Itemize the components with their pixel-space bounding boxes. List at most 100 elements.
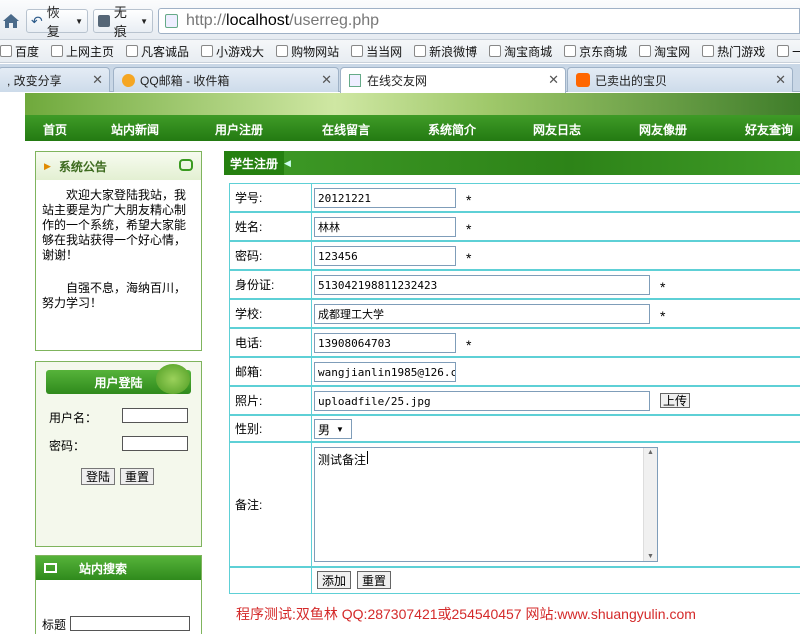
scroll-down-icon[interactable]: ▼ — [647, 553, 654, 560]
bookmark-item[interactable]: 百度 — [0, 43, 39, 60]
menu-item-blogs[interactable]: 网友日志 — [533, 121, 581, 138]
form-row-school: 学校: 成都理工大学 * — [229, 299, 800, 328]
form-row-name: 姓名: 林林 * — [229, 212, 800, 241]
bookmark-item[interactable]: 当当网 — [351, 43, 402, 60]
bookmark-icon — [639, 45, 652, 57]
arrow-right-icon: ▶ — [44, 160, 51, 171]
restore-button[interactable]: ↶ 恢复 ▼ — [26, 5, 88, 39]
bookmark-icon — [126, 45, 139, 57]
school-input[interactable]: 成都理工大学 — [314, 304, 650, 324]
form-row-phone: 电话: 13908064703 * — [229, 328, 800, 357]
form-row-email: 邮箱: wangjianlin1985@126.c — [229, 357, 800, 386]
tab-sold-items[interactable]: 已卖出的宝贝 ✕ — [567, 67, 793, 92]
close-icon[interactable]: ✕ — [321, 72, 332, 88]
search-panel: 站内搜索 标题 — [35, 555, 202, 634]
bookmark-item[interactable]: 上网主页 — [51, 43, 114, 60]
required-mark: * — [660, 279, 666, 295]
gender-select[interactable]: 男 ▼ — [314, 419, 352, 439]
no-trace-button[interactable]: 无痕 ▼ — [93, 5, 153, 39]
textarea-scrollbar[interactable]: ▲ ▼ — [643, 448, 657, 561]
photo-label: 照片: — [230, 387, 312, 414]
form-row-gender: 性别: 男 ▼ — [229, 415, 800, 442]
gender-label: 性别: — [230, 416, 312, 441]
form-reset-button[interactable]: 重置 — [357, 571, 391, 589]
password-input[interactable] — [122, 436, 188, 451]
chevron-down-icon: ▼ — [75, 16, 83, 26]
bookmark-item[interactable]: 淘宝商城 — [489, 43, 552, 60]
bookmark-icon — [0, 45, 12, 57]
leaf-decoration-icon — [156, 364, 190, 394]
address-bar[interactable]: http://localhost/userreg.php — [158, 8, 800, 34]
bookmark-icon — [489, 45, 502, 57]
password-label: 密码： — [49, 439, 86, 453]
bookmark-item[interactable]: 新浪微博 — [414, 43, 477, 60]
bookmark-item[interactable]: 一淘网 — [777, 43, 800, 60]
chevron-down-icon: ▼ — [336, 424, 344, 434]
menu-item-albums[interactable]: 网友像册 — [639, 121, 687, 138]
login-reset-button[interactable]: 重置 — [120, 468, 154, 485]
password-field-input[interactable]: 123456 — [314, 246, 456, 266]
menu-item-guestbook[interactable]: 在线留言 — [322, 121, 370, 138]
name-input[interactable]: 林林 — [314, 217, 456, 237]
banner-image — [25, 93, 800, 115]
taobao-icon — [576, 73, 590, 87]
bookmark-item[interactable]: 淘宝网 — [639, 43, 690, 60]
username-input[interactable] — [122, 408, 188, 423]
browser-toolbar: ↶ 恢复 ▼ 无痕 ▼ http://localhost/userreg.php — [0, 0, 800, 40]
form-row-actions: 添加 重置 — [229, 567, 800, 594]
form-row-student-id: 学号: 20121221 * — [229, 183, 800, 212]
bookmarks-bar: 百度 上网主页 凡客诚品 小游戏大 购物网站 当当网 新浪微博 淘宝商城 京东商城 淘宝网 热门游戏… — [0, 40, 800, 63]
idcard-input[interactable]: 513042198811232423 — [314, 275, 650, 295]
menu-item-register[interactable]: 用户注册 — [215, 121, 263, 138]
home-button[interactable] — [0, 9, 22, 33]
tab-share[interactable]: , 改变分享 ✕ — [0, 67, 110, 92]
photo-input[interactable]: uploadfile/25.jpg — [314, 391, 650, 411]
student-id-input[interactable]: 20121221 — [314, 188, 456, 208]
bookmark-item[interactable]: 京东商城 — [564, 43, 627, 60]
notice-text: 欢迎大家登陆我站，我站主要是为广大朋友精心制作的一个系统，希望大家能够在我站获得… — [42, 188, 187, 262]
actions-label-cell — [230, 568, 312, 593]
form-row-password: 密码: 123456 * — [229, 241, 800, 270]
student-id-label: 学号: — [230, 184, 312, 211]
bookmark-item[interactable]: 小游戏大 — [201, 43, 264, 60]
required-mark: * — [466, 221, 472, 237]
close-icon[interactable]: ✕ — [548, 72, 559, 88]
search-input[interactable] — [70, 616, 190, 631]
remark-textarea[interactable]: 测试备注 ▲ ▼ — [314, 447, 658, 562]
qq-icon — [122, 73, 135, 87]
menu-item-home[interactable]: 首页 — [43, 121, 67, 138]
search-header: 站内搜索 — [36, 556, 201, 580]
upload-button[interactable]: 上传 — [660, 393, 690, 408]
add-button[interactable]: 添加 — [317, 571, 351, 589]
menu-item-about[interactable]: 系统简介 — [428, 121, 476, 138]
incognito-icon — [98, 15, 110, 27]
login-panel: 用户登陆 用户名： 密码： 登陆 重置 — [35, 361, 202, 547]
bookmark-item[interactable]: 凡客诚品 — [126, 43, 189, 60]
page-icon — [349, 74, 361, 87]
notice-header: ▶ 系统公告 — [36, 152, 201, 180]
notice-panel: ▶ 系统公告 欢迎大家登陆我站，我站主要是为广大朋友精心制作的一个系统，希望大家… — [35, 151, 202, 351]
page-icon — [165, 14, 178, 28]
chevron-down-icon: ▼ — [140, 16, 148, 26]
close-icon[interactable]: ✕ — [775, 72, 786, 88]
bookmark-icon — [51, 45, 64, 57]
close-icon[interactable]: ✕ — [92, 72, 103, 88]
required-mark: * — [466, 250, 472, 266]
tab-online-dating[interactable]: 在线交友网 ✕ — [340, 67, 566, 93]
bookmark-icon — [702, 45, 715, 57]
scroll-up-icon[interactable]: ▲ — [647, 449, 654, 456]
menu-item-friend-search[interactable]: 好友查询 — [745, 121, 793, 138]
menu-item-news[interactable]: 站内新闻 — [111, 121, 159, 138]
bookmark-icon — [564, 45, 577, 57]
password-field-label: 密码: — [230, 242, 312, 269]
tab-qqmail[interactable]: QQ邮箱 - 收件箱 ✕ — [113, 67, 339, 92]
home-icon — [3, 14, 19, 28]
bookmark-icon — [351, 45, 364, 57]
required-mark: * — [660, 308, 666, 324]
bookmark-item[interactable]: 购物网站 — [276, 43, 339, 60]
login-button[interactable]: 登陆 — [81, 468, 115, 485]
chat-icon — [179, 159, 193, 171]
phone-input[interactable]: 13908064703 — [314, 333, 456, 353]
email-input[interactable]: wangjianlin1985@126.c — [314, 362, 456, 382]
bookmark-item[interactable]: 热门游戏 — [702, 43, 765, 60]
